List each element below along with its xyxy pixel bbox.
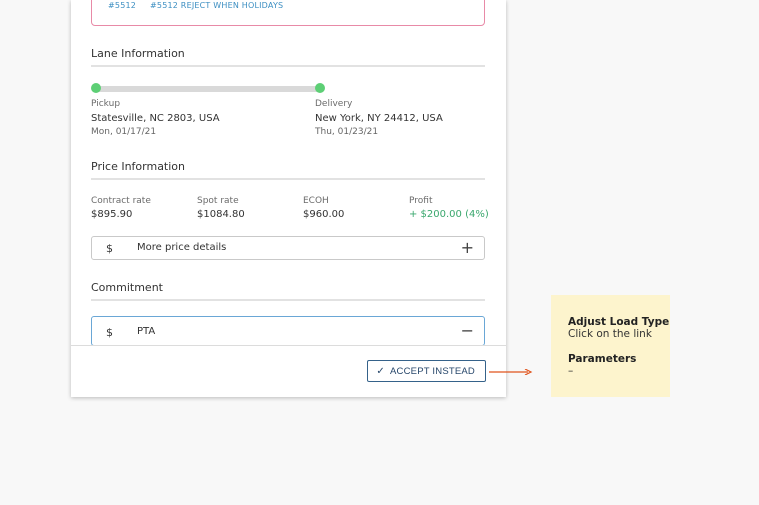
pickup-date: Mon, 01/17/21	[91, 127, 157, 137]
price-divider	[91, 178, 485, 180]
ecoh-label: ECOH	[303, 196, 329, 206]
panel-footer: ✓ ACCEPT INSTEAD	[71, 345, 506, 397]
note-desc-adjust-load-type: Click on the link	[568, 328, 652, 340]
price-section-title: Price Information	[91, 160, 186, 173]
delivery-date: Thu, 01/23/21	[315, 127, 379, 137]
delivery-location: New York, NY 24412, USA	[315, 113, 443, 124]
ecoh-value: $960.00	[303, 209, 345, 220]
accept-instead-button[interactable]: ✓ ACCEPT INSTEAD	[367, 360, 486, 382]
reference-rule[interactable]: #5512 REJECT WHEN HOLIDAYS	[150, 1, 283, 10]
pta-label: PTA	[137, 326, 156, 337]
contract-rate-label: Contract rate	[91, 196, 151, 206]
lane-section-title: Lane Information	[91, 47, 185, 60]
minus-icon[interactable]: −	[461, 321, 474, 340]
arrow-right-icon	[489, 369, 533, 375]
commitment-section-title: Commitment	[91, 281, 163, 294]
delivery-label: Delivery	[315, 99, 353, 109]
pickup-location: Statesville, NC 2803, USA	[91, 113, 220, 124]
contract-rate-value: $895.90	[91, 209, 133, 220]
plus-icon[interactable]: +	[461, 238, 474, 257]
dollar-icon: $	[106, 326, 113, 339]
delivery-dot	[315, 83, 325, 93]
spot-rate-label: Spot rate	[197, 196, 239, 206]
note-title-parameters: Parameters	[568, 353, 637, 365]
pickup-dot	[91, 83, 101, 93]
pta-row[interactable]: $ PTA −	[91, 316, 485, 346]
commitment-divider	[91, 299, 485, 301]
reference-id[interactable]: #5512	[108, 1, 136, 10]
lane-track	[95, 86, 321, 92]
lane-divider	[91, 65, 485, 67]
spot-rate-value: $1084.80	[197, 209, 245, 220]
dollar-icon: $	[106, 242, 113, 255]
reference-box: #5512 #5512 REJECT WHEN HOLIDAYS	[91, 0, 485, 26]
profit-value: + $200.00 (4%)	[409, 209, 489, 220]
more-price-details-row[interactable]: $ More price details +	[91, 236, 485, 260]
annotation-note: Adjust Load Type Click on the link Param…	[551, 295, 670, 397]
load-details-panel: #5512 #5512 REJECT WHEN HOLIDAYS Lane In…	[71, 0, 506, 397]
note-title-adjust-load-type: Adjust Load Type	[568, 316, 670, 328]
note-desc-parameters: –	[568, 365, 574, 377]
check-icon: ✓	[376, 365, 386, 377]
accept-instead-label: ACCEPT INSTEAD	[390, 365, 475, 377]
profit-label: Profit	[409, 196, 433, 206]
more-price-details-label: More price details	[137, 242, 227, 253]
pickup-label: Pickup	[91, 99, 121, 109]
